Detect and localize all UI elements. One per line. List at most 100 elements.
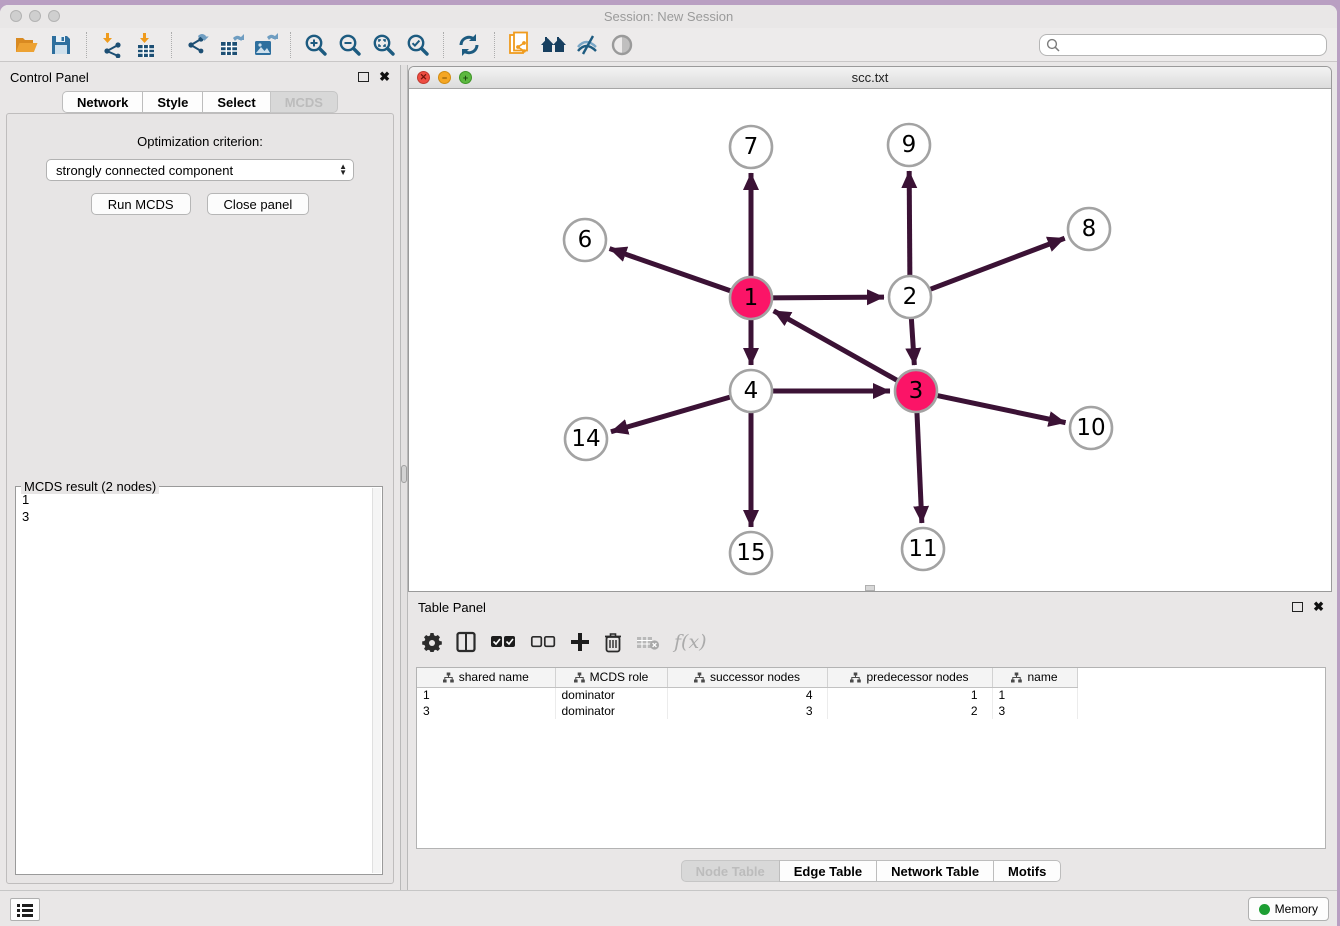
export-table-icon[interactable]	[214, 31, 248, 59]
edge-3-10[interactable]	[933, 395, 1066, 423]
table-tab-edge-table[interactable]: Edge Table	[779, 860, 876, 882]
tab-network[interactable]: Network	[62, 91, 142, 113]
columns-icon[interactable]	[456, 631, 476, 653]
cell[interactable]: dominator	[555, 687, 667, 703]
list-icon	[17, 903, 33, 917]
zoom-out-icon[interactable]	[333, 31, 367, 59]
memory-button[interactable]: Memory	[1248, 897, 1329, 921]
close-panel-icon[interactable]: ✖	[379, 72, 390, 82]
canvas-resize-handle[interactable]	[865, 585, 875, 591]
panel-splitter[interactable]	[400, 65, 408, 890]
node-6[interactable]: 6	[564, 219, 606, 261]
cell[interactable]: 2	[827, 703, 992, 719]
network-canvas[interactable]: 7 9 6 8 1 2 4 3 14 10 15 11	[409, 89, 1331, 592]
deselect-all-icon[interactable]	[530, 635, 556, 649]
node-4[interactable]: 4	[730, 370, 772, 412]
edge-2-9[interactable]	[909, 171, 910, 280]
zoom-window-button[interactable]	[48, 10, 60, 22]
network-close-button[interactable]: ✕	[417, 71, 430, 84]
node-11[interactable]: 11	[902, 528, 944, 570]
column-header-predecessor-nodes[interactable]: predecessor nodes	[827, 668, 992, 687]
cell[interactable]: dominator	[555, 703, 667, 719]
edge-1-6[interactable]	[610, 249, 735, 293]
node-15[interactable]: 15	[730, 532, 772, 574]
edge-3-1[interactable]	[774, 311, 902, 383]
zoom-fit-icon[interactable]	[367, 31, 401, 59]
search-field[interactable]	[1039, 34, 1327, 56]
tab-select[interactable]: Select	[202, 91, 269, 113]
cell[interactable]: 1	[827, 687, 992, 703]
network-zoom-button[interactable]: +	[459, 71, 472, 84]
show-all-icon[interactable]	[605, 31, 639, 59]
minimize-window-button[interactable]	[29, 10, 41, 22]
splitter-handle[interactable]	[401, 465, 407, 483]
search-input[interactable]	[1064, 38, 1320, 52]
edge-2-3[interactable]	[911, 314, 914, 365]
edge-1-2[interactable]	[768, 297, 884, 298]
node-9[interactable]: 9	[888, 124, 930, 166]
node-8[interactable]: 8	[1068, 208, 1110, 250]
edge-4-14[interactable]	[611, 396, 735, 432]
tab-style[interactable]: Style	[142, 91, 202, 113]
export-image-icon[interactable]	[248, 31, 282, 59]
cell[interactable]: 4	[667, 687, 827, 703]
table-row[interactable]: 1dominator411	[417, 687, 1077, 703]
close-table-panel-icon[interactable]: ✖	[1313, 602, 1324, 612]
cell[interactable]: 3	[992, 703, 1077, 719]
column-header-shared-name[interactable]: shared name	[417, 668, 555, 687]
result-scrollbar[interactable]	[372, 488, 381, 873]
mcds-result-box: MCDS result (2 nodes) 1 3	[15, 486, 383, 875]
cell[interactable]: 3	[417, 703, 555, 719]
open-session-icon[interactable]	[10, 31, 44, 59]
select-all-icon[interactable]	[490, 635, 516, 649]
svg-text:9: 9	[902, 132, 917, 158]
float-panel-icon[interactable]	[358, 72, 369, 82]
window-controls[interactable]	[10, 10, 60, 22]
table-row[interactable]: 3dominator323	[417, 703, 1077, 719]
node-14[interactable]: 14	[565, 418, 607, 460]
criterion-select[interactable]: strongly connected component ▲▼	[46, 159, 354, 181]
first-neighbors-icon[interactable]	[537, 31, 571, 59]
table-tab-motifs[interactable]: Motifs	[993, 860, 1061, 882]
add-icon[interactable]	[570, 632, 590, 652]
task-history-button[interactable]	[10, 898, 40, 921]
control-panel: Control Panel ✖ NetworkStyleSelectMCDS O…	[0, 65, 400, 890]
table-panel: Table Panel ✖	[408, 595, 1334, 890]
close-window-button[interactable]	[10, 10, 22, 22]
edge-3-11[interactable]	[917, 408, 922, 523]
save-session-icon[interactable]	[44, 31, 78, 59]
refresh-layout-icon[interactable]	[452, 31, 486, 59]
close-panel-button[interactable]: Close panel	[207, 193, 310, 215]
import-network-icon[interactable]	[95, 31, 129, 59]
float-table-panel-icon[interactable]	[1292, 602, 1303, 612]
cell[interactable]: 1	[417, 687, 555, 703]
settings-gear-icon[interactable]	[422, 632, 442, 652]
node-2[interactable]: 2	[889, 276, 931, 318]
node-7[interactable]: 7	[730, 126, 772, 168]
edge-2-8[interactable]	[926, 238, 1065, 291]
network-window-titlebar[interactable]: ✕ − + scc.txt	[409, 67, 1331, 89]
node-10[interactable]: 10	[1070, 407, 1112, 449]
svg-text:1: 1	[744, 285, 759, 311]
node-1[interactable]: 1	[730, 277, 772, 319]
table-tab-network-table[interactable]: Network Table	[876, 860, 993, 882]
table-tab-node-table[interactable]: Node Table	[681, 860, 779, 882]
run-mcds-button[interactable]: Run MCDS	[91, 193, 191, 215]
network-minimize-button[interactable]: −	[438, 71, 451, 84]
tab-mcds[interactable]: MCDS	[270, 91, 338, 113]
column-header-name[interactable]: name	[992, 668, 1077, 687]
network-graph[interactable]: 7 9 6 8 1 2 4 3 14 10 15 11	[409, 89, 1331, 592]
zoom-in-icon[interactable]	[299, 31, 333, 59]
hide-selected-icon[interactable]	[571, 31, 605, 59]
node-table[interactable]: shared nameMCDS rolesuccessor nodesprede…	[416, 667, 1326, 849]
zoom-selected-icon[interactable]	[401, 31, 435, 59]
import-table-icon[interactable]	[129, 31, 163, 59]
export-network-icon[interactable]	[180, 31, 214, 59]
clone-network-icon[interactable]	[503, 31, 537, 59]
cell[interactable]: 3	[667, 703, 827, 719]
delete-icon[interactable]	[604, 632, 622, 653]
column-header-MCDS-role[interactable]: MCDS role	[555, 668, 667, 687]
cell[interactable]: 1	[992, 687, 1077, 703]
node-3[interactable]: 3	[895, 370, 937, 412]
column-header-successor-nodes[interactable]: successor nodes	[667, 668, 827, 687]
